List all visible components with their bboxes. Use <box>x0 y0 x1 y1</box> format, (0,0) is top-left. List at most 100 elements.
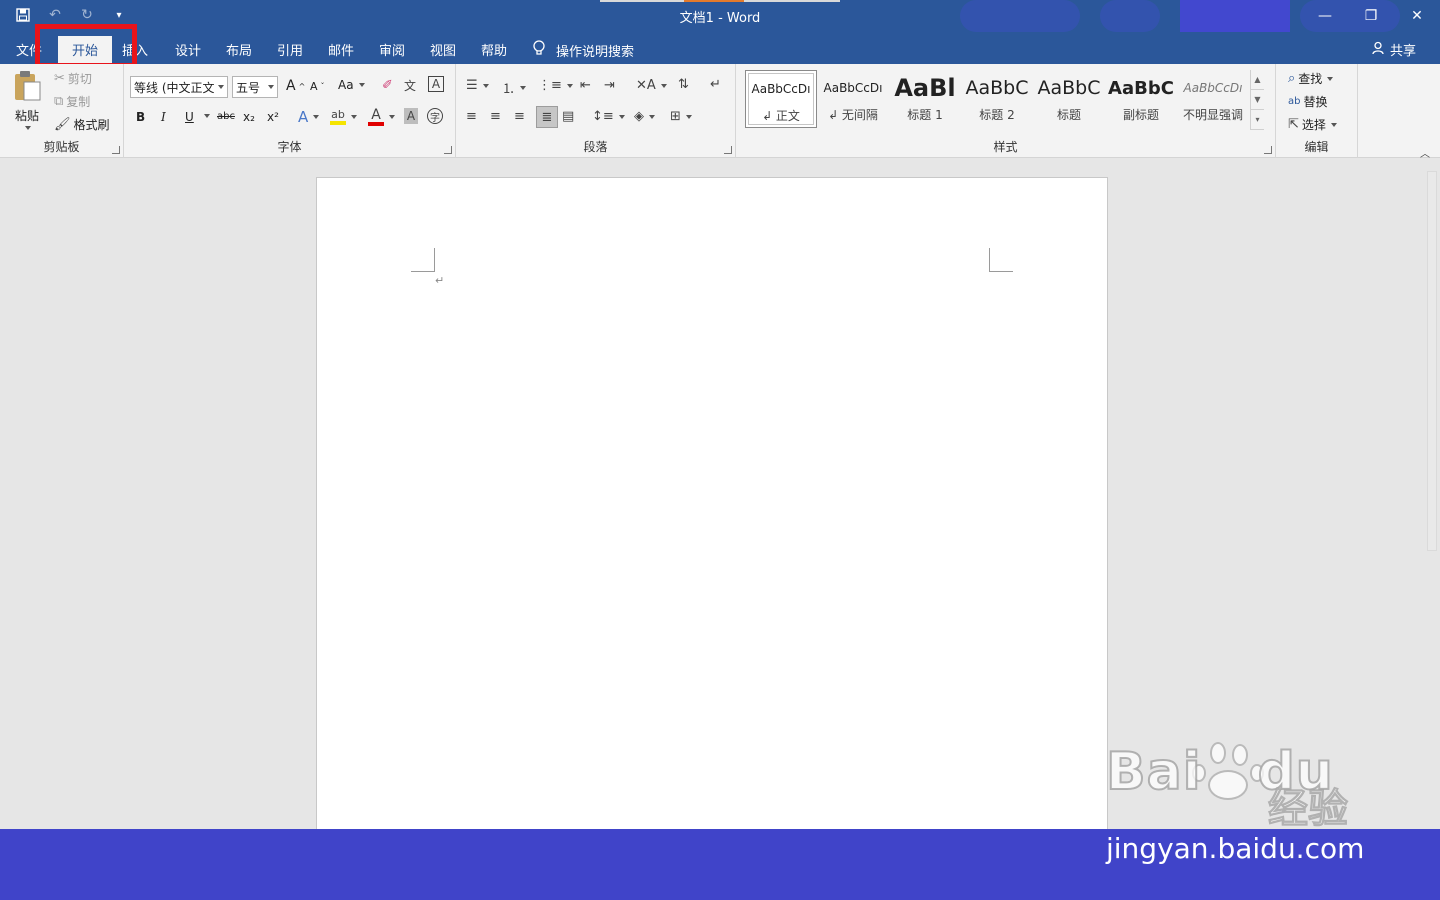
italic-button[interactable]: I <box>161 110 166 124</box>
style-heading-2[interactable]: AaBbC 标题 2 <box>961 70 1033 128</box>
font-dialog-launcher[interactable] <box>444 146 452 154</box>
underline-button[interactable]: U <box>185 110 194 124</box>
text-effects-button[interactable]: A <box>298 108 320 126</box>
style-subtitle[interactable]: AaBbC 副标题 <box>1105 70 1177 128</box>
font-group: 等线 (中文正文 五号 A ^ Aˇ Aa ✐ 文 A B I U abc x₂ … <box>124 64 456 158</box>
superscript-button[interactable]: x² <box>267 110 279 124</box>
tab-layout[interactable]: 布局 <box>226 40 252 59</box>
font-color-button[interactable]: A <box>368 108 395 126</box>
tab-review[interactable]: 审阅 <box>379 40 405 59</box>
document-page[interactable]: ↵ <box>316 177 1108 837</box>
style-name: 副标题 <box>1122 108 1159 122</box>
strikethrough-button[interactable]: abc <box>217 111 235 122</box>
scissors-icon: ✂ <box>54 71 65 86</box>
distributed-button[interactable]: ▤ <box>562 109 574 124</box>
font-size-value: 五号 <box>236 80 261 95</box>
restore-icon[interactable]: ❐ <box>1348 0 1394 32</box>
line-spacing-button[interactable]: ↕≡ <box>592 109 625 124</box>
phonetic-guide-button[interactable]: 文 <box>404 77 416 94</box>
cut-button[interactable]: ✂ 剪切 <box>54 70 92 87</box>
show-hide-marks-button[interactable]: ↵ <box>710 77 721 92</box>
tell-me-search[interactable]: 操作说明搜索 <box>532 40 634 60</box>
share-button[interactable]: 共享 <box>1372 40 1416 59</box>
styles-dialog-launcher[interactable] <box>1264 146 1272 154</box>
shrink-font-button[interactable]: Aˇ <box>310 80 325 93</box>
paragraph-mark: ↵ <box>435 274 445 287</box>
shrink-font-icon: A <box>310 80 318 93</box>
font-family-select[interactable]: 等线 (中文正文 <box>130 76 228 98</box>
borders-icon: ⊞ <box>670 109 681 124</box>
underline-dropdown[interactable] <box>202 114 210 118</box>
character-border-button[interactable]: A <box>428 76 444 92</box>
clipboard-group-label: 剪贴板 <box>43 140 80 154</box>
copy-icon: ⧉ <box>54 94 64 109</box>
sort-button[interactable]: ⇅ <box>678 77 689 92</box>
close-icon[interactable]: ✕ <box>1394 0 1440 32</box>
change-case-button[interactable]: Aa <box>338 78 365 92</box>
tell-me-label: 操作说明搜索 <box>556 44 635 60</box>
bold-button[interactable]: B <box>136 110 145 124</box>
paragraph-group: ☰ ⒈ ⋮≡ ⇤ ⇥ ✕A ⇅ ↵ ≡ ≡ ≡ ≣ ▤ ↕≡ ◈ ⊞ 段落 <box>456 64 736 158</box>
character-shading-icon: A <box>404 108 418 124</box>
select-button[interactable]: ⇱ 选择 <box>1288 116 1337 133</box>
clipboard-dialog-launcher[interactable] <box>112 146 120 154</box>
paste-button[interactable]: 粘贴 <box>12 70 42 130</box>
ribbon-tabs: 文件 开始 插入 设计 布局 引用 邮件 审阅 视图 帮助 操作说明搜索 共享 <box>0 32 1440 64</box>
tab-view[interactable]: 视图 <box>430 40 456 59</box>
borders-button[interactable]: ⊞ <box>670 109 692 124</box>
decrease-indent-button[interactable]: ⇤ <box>580 78 591 93</box>
enclose-characters-button[interactable]: 字 <box>427 108 443 124</box>
numbering-button[interactable]: ⒈ <box>502 78 527 97</box>
enclose-characters-icon: 字 <box>427 108 443 124</box>
collapse-ribbon-icon[interactable]: ︿ <box>1420 145 1430 160</box>
style-name: 标题 2 <box>979 108 1015 122</box>
vertical-scrollbar[interactable] <box>1424 159 1440 829</box>
window-controls: — ❐ ✕ <box>1302 0 1440 32</box>
shading-button[interactable]: ◈ <box>634 109 655 124</box>
bullets-button[interactable]: ☰ <box>466 78 489 93</box>
scrollbar-thumb[interactable] <box>1427 171 1437 551</box>
styles-group-label: 样式 <box>993 140 1018 154</box>
change-case-icon: Aa <box>338 78 354 92</box>
align-right-button[interactable]: ≡ <box>514 109 525 124</box>
format-painter-button[interactable]: 🖌 格式刷 <box>54 116 110 133</box>
increase-indent-button[interactable]: ⇥ <box>604 78 615 93</box>
align-left-button[interactable]: ≡ <box>466 109 477 124</box>
align-center-icon: ≡ <box>490 109 501 124</box>
justify-button[interactable]: ≣ <box>536 106 558 128</box>
editing-group-label: 编辑 <box>1304 140 1329 154</box>
style-heading-1[interactable]: AaBl 标题 1 <box>889 70 961 128</box>
share-label: 共享 <box>1389 44 1416 59</box>
minimize-icon[interactable]: — <box>1302 0 1348 32</box>
highlight-button[interactable]: ab <box>330 108 357 125</box>
tab-mailings[interactable]: 邮件 <box>328 40 354 59</box>
multilevel-list-button[interactable]: ⋮≡ <box>538 78 573 93</box>
style-normal[interactable]: AaBbCcDı ↲ 正文 <box>745 70 817 128</box>
line-spacing-icon: ↕≡ <box>592 109 614 124</box>
character-shading-button[interactable]: A <box>404 108 418 124</box>
person-icon <box>1372 41 1386 59</box>
clear-formatting-button[interactable]: ✐ <box>382 78 393 93</box>
align-center-button[interactable]: ≡ <box>490 109 501 124</box>
copy-button[interactable]: ⧉ 复制 <box>54 93 90 110</box>
tab-design[interactable]: 设计 <box>175 40 201 59</box>
tab-help[interactable]: 帮助 <box>481 40 507 59</box>
style-sample: AaBbC <box>965 77 1029 99</box>
style-no-spacing[interactable]: AaBbCcDı ↲ 无间隔 <box>817 70 889 128</box>
gallery-more-icon[interactable]: ▾ <box>1251 110 1264 130</box>
style-subtle-emphasis[interactable]: AaBbCcDı 不明显强调 <box>1177 70 1249 128</box>
style-title[interactable]: AaBbC 标题 <box>1033 70 1105 128</box>
gallery-up-icon[interactable]: ▲ <box>1251 70 1264 90</box>
replace-button[interactable]: ab 替换 <box>1288 93 1328 110</box>
gallery-down-icon[interactable]: ▼ <box>1251 90 1264 110</box>
tab-references[interactable]: 引用 <box>277 40 303 59</box>
subscript-button[interactable]: x₂ <box>243 110 255 124</box>
watermark-logo-text: Bai <box>1105 741 1202 803</box>
title-accent-line <box>600 0 840 2</box>
account-area[interactable] <box>1180 0 1290 32</box>
find-button[interactable]: ⌕ 查找 <box>1288 70 1334 87</box>
font-size-select[interactable]: 五号 <box>232 76 278 98</box>
paragraph-dialog-launcher[interactable] <box>724 146 732 154</box>
grow-font-button[interactable]: A ^ <box>286 78 305 94</box>
chinese-layout-button[interactable]: ✕A <box>636 78 667 93</box>
